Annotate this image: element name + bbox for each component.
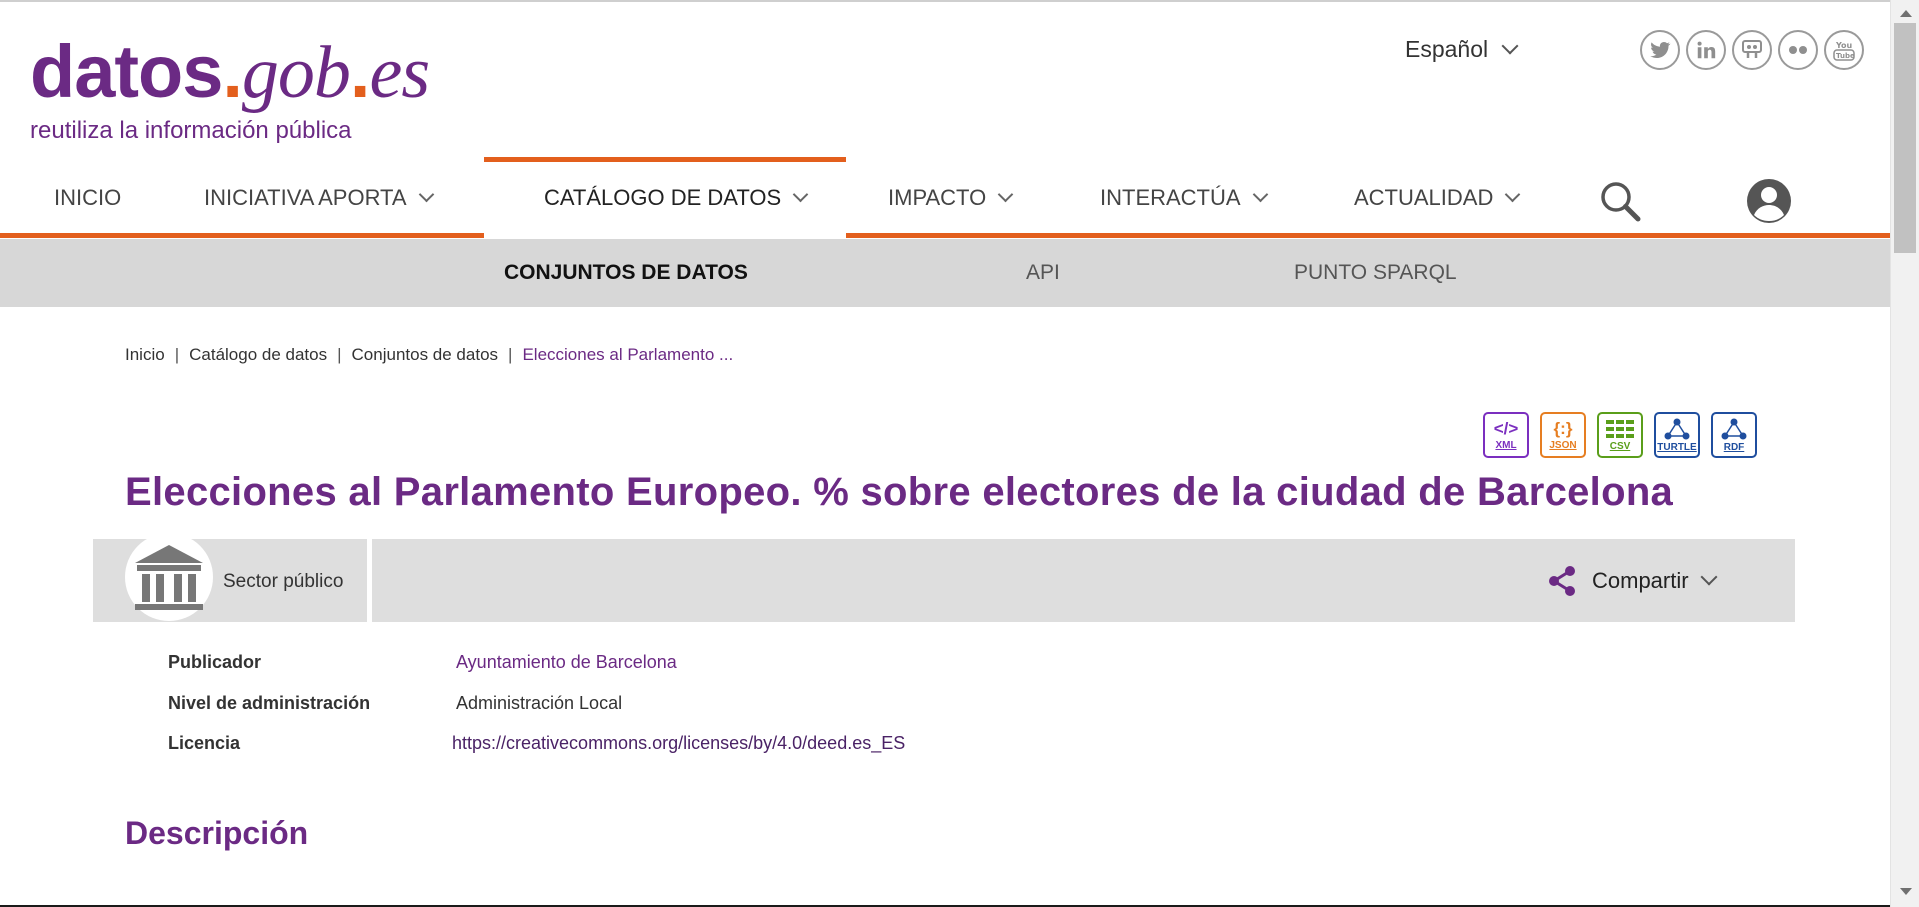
breadcrumb: Inicio | Catálogo de datos | Conjuntos d… (125, 345, 733, 365)
chevron-down-icon (1252, 186, 1268, 202)
twitter-icon[interactable] (1640, 30, 1680, 70)
nav-item-inicio[interactable]: INICIO (54, 185, 121, 211)
nav-item-label: IMPACTO (888, 185, 987, 210)
xml-download-icon[interactable]: </> XML (1483, 412, 1529, 458)
sub-navigation: CONJUNTOS DE DATOS API PUNTO SPARQL (0, 239, 1890, 307)
nav-item-label: CATÁLOGO DE DATOS (544, 185, 782, 210)
nav-active-indicator (484, 157, 846, 162)
nav-item-interactua[interactable]: INTERACTÚA (1100, 185, 1268, 211)
format-label: CSV (1609, 440, 1631, 452)
share-label: Compartir (1592, 568, 1689, 593)
page: datos.gob.es reutiliza la información pú… (0, 0, 1890, 907)
metadata-value: Administración Local (456, 692, 623, 713)
dataset-info-band: Sector público Compartir (93, 533, 1795, 622)
chevron-down-icon (1501, 37, 1519, 54)
breadcrumb-link-conjuntos[interactable]: Conjuntos de datos (352, 345, 499, 365)
subnav-item-punto-sparql[interactable]: PUNTO SPARQL (1294, 261, 1457, 285)
format-label: RDF (1723, 441, 1745, 453)
breadcrumb-link-inicio[interactable]: Inicio (125, 345, 165, 365)
metadata-key: Licencia (168, 733, 241, 753)
share-icon (1549, 566, 1575, 596)
graph-nodes-icon (1664, 418, 1690, 439)
breadcrumb-separator: | (337, 345, 342, 364)
nav-item-actualidad[interactable]: ACTUALIDAD (1354, 185, 1521, 211)
user-account-icon[interactable] (1745, 177, 1793, 225)
xml-symbol: </> (1493, 418, 1519, 438)
site-logo[interactable]: datos.gob.es reutiliza la información pú… (30, 30, 430, 145)
json-download-icon[interactable]: {:} JSON (1540, 412, 1586, 458)
chevron-down-icon (1505, 186, 1521, 202)
rdf-download-icon[interactable]: RDF (1711, 412, 1757, 458)
chevron-down-icon (997, 186, 1014, 202)
logo-dot: . (222, 30, 243, 113)
band-divider (367, 539, 372, 622)
language-selector[interactable]: Español (1405, 36, 1519, 63)
social-links: You Tube (1640, 30, 1864, 70)
logo-part-gob: gob (241, 32, 351, 114)
turtle-download-icon[interactable]: TURTLE (1654, 412, 1700, 458)
svg-text:You: You (1835, 41, 1853, 50)
logo-dot: . (349, 30, 371, 113)
nav-underline (846, 233, 1890, 238)
publisher-link[interactable]: Ayuntamiento de Barcelona (456, 652, 677, 673)
language-label: Español (1405, 36, 1489, 62)
csv-download-icon[interactable]: CSV (1597, 412, 1643, 458)
format-label: TURTLE (1657, 441, 1697, 453)
format-label: JSON (1549, 439, 1577, 451)
breadcrumb-separator: | (174, 345, 180, 364)
chevron-down-icon (418, 186, 434, 202)
nav-item-label: ACTUALIDAD (1354, 185, 1494, 210)
breadcrumb-link-catalogo[interactable]: Catálogo de datos (189, 345, 327, 365)
svg-text:Tube: Tube (1836, 52, 1855, 60)
csv-grid-icon (1606, 419, 1634, 438)
license-link[interactable]: https://creativecommons.org/licenses/by/… (452, 733, 905, 754)
metadata-key: Nivel de administración (168, 692, 371, 713)
nav-item-impacto[interactable]: IMPACTO (888, 185, 1014, 211)
subnav-item-conjuntos-de-datos[interactable]: CONJUNTOS DE DATOS (504, 261, 748, 285)
nav-item-label: INICIATIVA APORTA (204, 185, 407, 210)
youtube-icon[interactable]: You Tube (1824, 30, 1864, 70)
search-icon[interactable] (1598, 179, 1642, 223)
breadcrumb-separator: | (508, 345, 513, 364)
linkedin-icon[interactable] (1686, 30, 1726, 70)
share-button[interactable]: Compartir (1546, 565, 1718, 597)
public-sector-icon (125, 533, 213, 621)
download-formats: </> XML {:} JSON CSV TURTLE RDF (1483, 412, 1757, 458)
logo-tagline: reutiliza la información pública (30, 117, 352, 144)
nav-item-iniciativa-aporta[interactable]: INICIATIVA APORTA (204, 185, 434, 211)
flickr-icon[interactable] (1778, 30, 1818, 70)
subnav-item-api[interactable]: API (1026, 261, 1060, 285)
nav-item-label: INICIO (54, 185, 122, 210)
nav-underline (0, 233, 484, 238)
logo-wordmark: datos.gob.es (30, 30, 430, 114)
scroll-down-arrow-icon[interactable] (1900, 888, 1912, 895)
slideshare-icon[interactable] (1732, 30, 1772, 70)
scroll-up-arrow-icon[interactable] (1900, 10, 1912, 17)
nav-item-label: INTERACTÚA (1100, 185, 1241, 210)
metadata-key: Publicador (168, 652, 262, 672)
description-heading: Descripción (125, 815, 309, 851)
main-navigation: INICIO INICIATIVA APORTA CATÁLOGO DE DAT… (0, 157, 1890, 239)
format-label: XML (1495, 439, 1517, 451)
page-title: Elecciones al Parlamento Europeo. % sobr… (125, 470, 1674, 514)
scrollbar-thumb[interactable] (1894, 23, 1916, 253)
sector-label: Sector público (223, 571, 344, 592)
json-symbol: {:} (1553, 418, 1573, 438)
graph-nodes-icon (1721, 418, 1747, 439)
nav-item-catalogo-de-datos[interactable]: CATÁLOGO DE DATOS (544, 185, 809, 211)
logo-part-datos: datos (30, 30, 223, 113)
logo-part-es: es (369, 32, 430, 114)
vertical-scrollbar[interactable] (1890, 0, 1919, 907)
breadcrumb-current: Elecciones al Parlamento ... (522, 345, 734, 364)
chevron-down-icon (792, 186, 809, 202)
chevron-down-icon (1700, 568, 1718, 586)
